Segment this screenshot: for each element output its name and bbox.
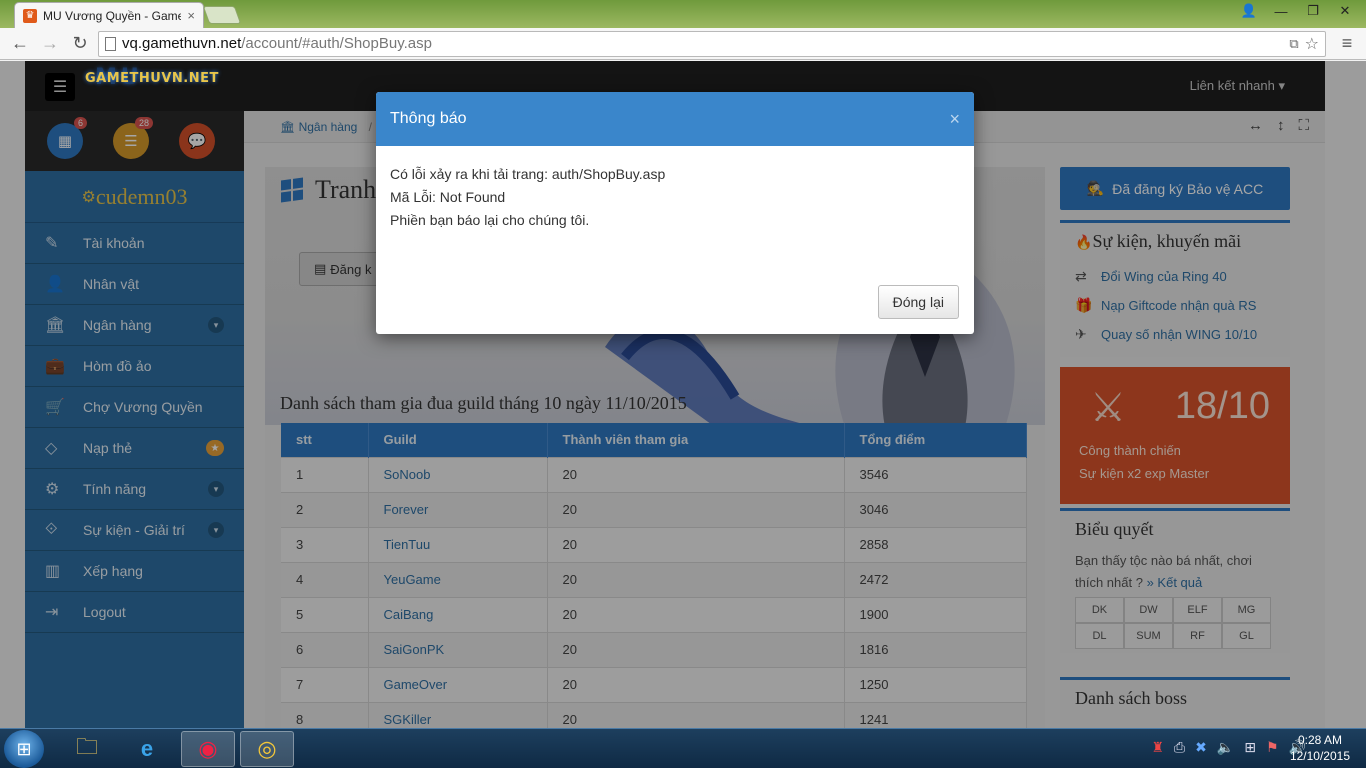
windows-logo-icon: ⊞	[16, 738, 32, 759]
taskbar-ie[interactable]: e	[120, 731, 174, 767]
system-tray: ♜ ⎙ ✖ 🔈 ⊞ ⚑ 🔊	[1151, 739, 1306, 756]
network-icon[interactable]: ⎙	[1174, 739, 1185, 756]
modal-header: Thông báo ×	[376, 92, 974, 146]
tab-title: MU Vương Quyền - Gameth	[43, 8, 182, 23]
page-icon	[105, 36, 116, 51]
new-tab-button[interactable]	[202, 6, 242, 24]
window-controls: 👤 — ❐ ✕	[1236, 2, 1358, 20]
windows-taskbar: ⊞ 🗀 e ◉ ◎ ♜ ⎙ ✖ 🔈 ⊞ ⚑ 🔊 0:28 AM 12/10/20…	[0, 728, 1366, 768]
error-code: Mã Lỗi: Not Found	[390, 189, 506, 205]
tray-app-icon[interactable]: ♜	[1151, 739, 1164, 756]
mu-game-icon: ◉	[198, 736, 218, 761]
translate-icon[interactable]: ⧉	[1289, 36, 1298, 52]
error-message: Có lỗi xảy ra khi tải trang: auth/ShopBu…	[390, 166, 666, 182]
reload-icon[interactable]: ↻	[68, 32, 92, 56]
url-text: vq.gamethuvn.net/account/#auth/ShopBuy.a…	[122, 35, 1283, 52]
modal-title: Thông báo	[390, 110, 467, 127]
modal-footer: Đóng lại	[877, 285, 959, 319]
internet-explorer-icon: e	[140, 736, 154, 761]
site-favicon-icon: ♛	[23, 8, 37, 23]
url-host: vq.gamethuvn.net	[122, 35, 242, 52]
window-close-icon[interactable]: ✕	[1332, 2, 1358, 20]
chrome-icon: ◎	[257, 736, 277, 761]
system-clock[interactable]: 0:28 AM 12/10/2015	[1290, 732, 1350, 764]
taskbar-explorer[interactable]: 🗀	[60, 731, 114, 767]
browser-toolbar: ← → ↻ vq.gamethuvn.net/account/#auth/Sho…	[0, 28, 1366, 60]
logo-text: GAMETHUVN.NET	[85, 71, 219, 86]
taskbar-game[interactable]: ◉	[181, 731, 235, 767]
address-bar[interactable]: vq.gamethuvn.net/account/#auth/ShopBuy.a…	[98, 30, 1326, 57]
volume-muted-icon[interactable]: 🔈	[1217, 739, 1234, 756]
tray-x-icon[interactable]: ✖	[1195, 739, 1207, 756]
bookmark-star-icon[interactable]: ☆	[1305, 34, 1319, 54]
modal-close-icon[interactable]: ×	[949, 109, 960, 130]
clock-date: 12/10/2015	[1289, 749, 1350, 763]
modal-body: Có lỗi xảy ra khi tải trang: auth/ShopBu…	[376, 146, 974, 272]
back-icon[interactable]: ←	[8, 32, 32, 56]
browser-tabstrip: ♛ MU Vương Quyền - Gameth × 👤 — ❐ ✕	[0, 0, 1366, 28]
flag-alert-icon[interactable]: ⚑	[1266, 739, 1279, 756]
browser-tab[interactable]: ♛ MU Vương Quyền - Gameth ×	[14, 2, 204, 28]
start-button[interactable]: ⊞	[4, 730, 44, 768]
profile-icon[interactable]: 👤	[1236, 2, 1262, 20]
report-request: Phiền bạn báo lại cho chúng tôi.	[390, 212, 590, 228]
notification-modal: Thông báo × Có lỗi xảy ra khi tải trang:…	[376, 92, 974, 334]
folder-icon: 🗀	[75, 734, 98, 759]
url-path: /account/#auth/ShopBuy.asp	[241, 35, 432, 52]
tab-close-icon[interactable]: ×	[187, 8, 195, 23]
taskbar-chrome[interactable]: ◎	[240, 731, 294, 767]
site-logo[interactable]: MU GAMETHUVN.NET	[85, 65, 219, 90]
browser-menu-icon[interactable]: ≡	[1336, 33, 1358, 54]
minimize-icon[interactable]: —	[1268, 2, 1294, 20]
windows-flag-icon[interactable]: ⊞	[1244, 739, 1256, 756]
clock-time: 0:28 AM	[1297, 733, 1342, 747]
maximize-icon[interactable]: ❐	[1300, 2, 1326, 20]
close-dialog-button[interactable]: Đóng lại	[877, 285, 959, 319]
forward-icon[interactable]: →	[38, 32, 62, 56]
